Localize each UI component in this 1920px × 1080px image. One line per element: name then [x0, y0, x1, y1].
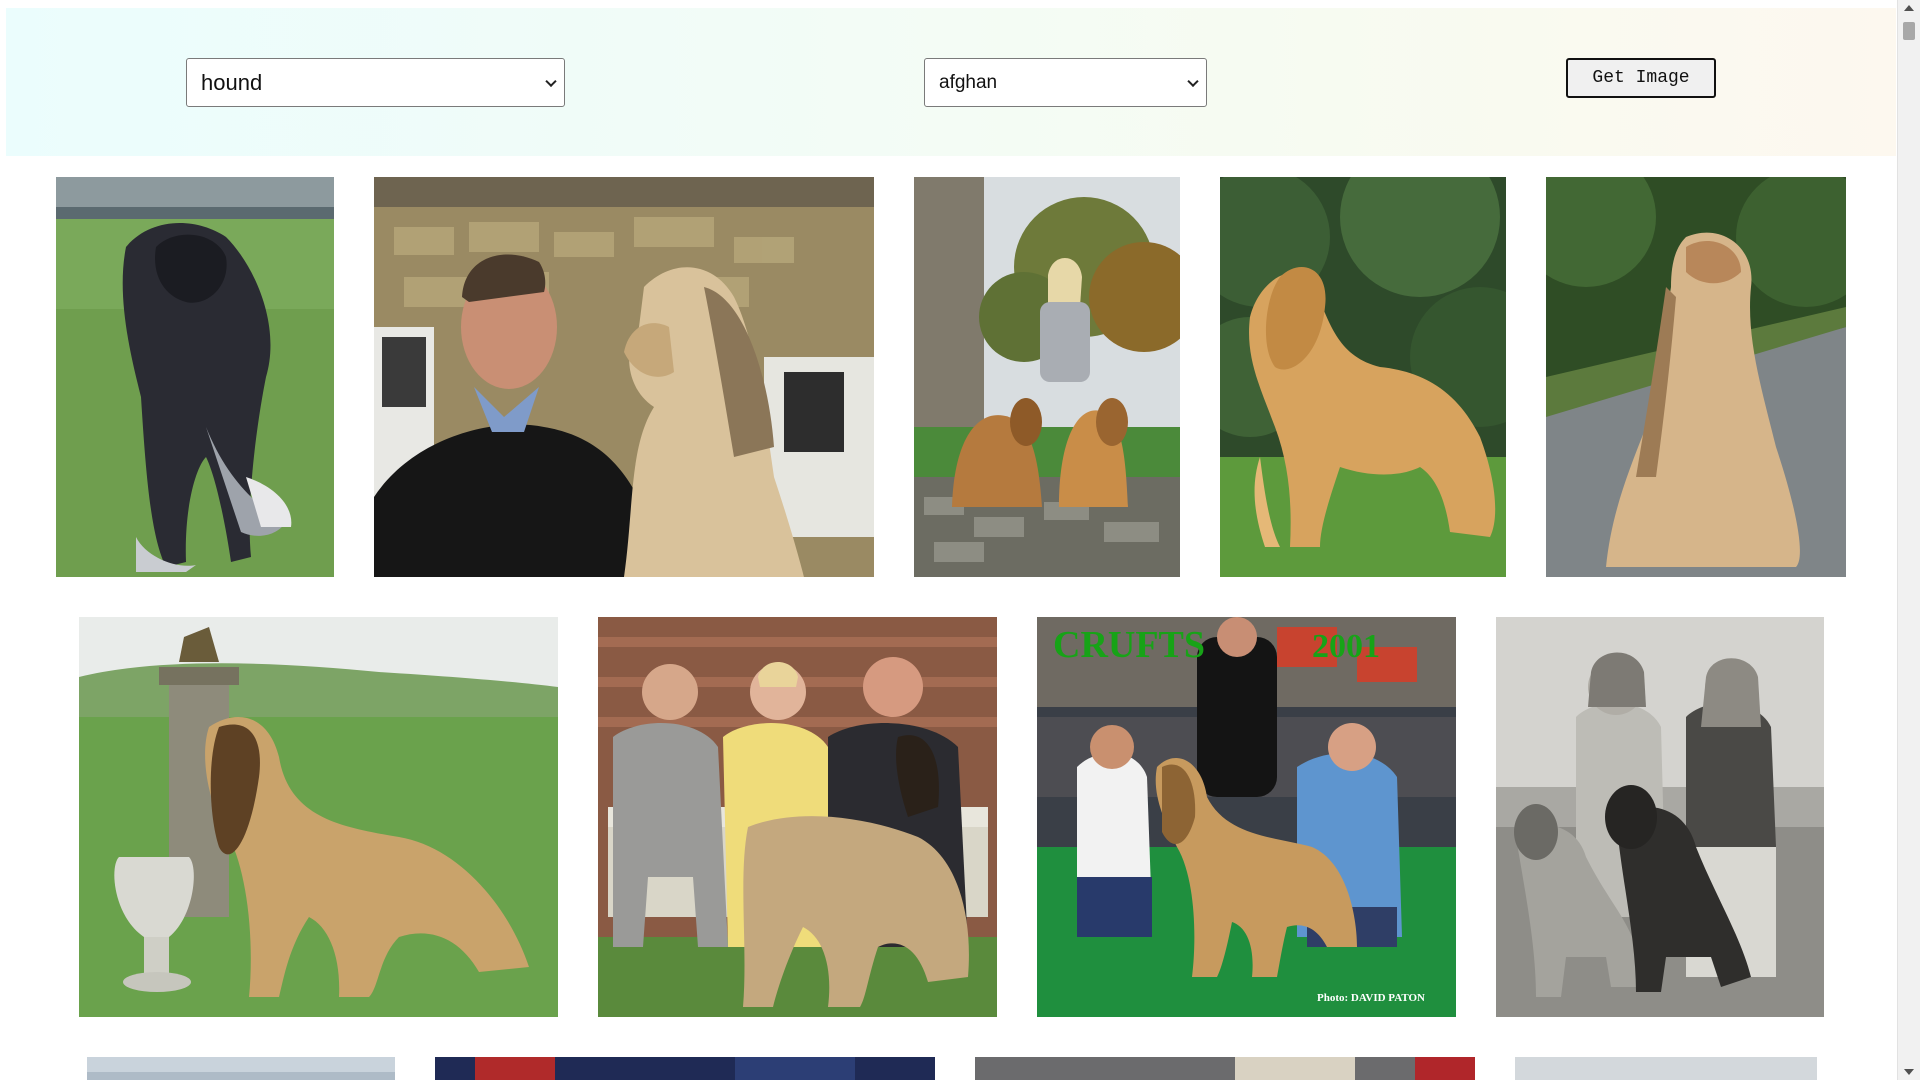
dog-image: [56, 177, 334, 577]
year-overlay-text: 2001: [1312, 628, 1380, 665]
dog-image: [374, 177, 874, 577]
afghan-hound-photo: [374, 177, 874, 577]
photo-credit-text: Photo: DAVID PATON: [1317, 992, 1425, 1004]
scroll-up-arrow-icon[interactable]: [1904, 5, 1914, 11]
scrollbar-thumb[interactable]: [1903, 22, 1915, 40]
vertical-scrollbar[interactable]: [1897, 0, 1920, 1080]
dog-image: [914, 177, 1180, 577]
afghan-hound-photo: [1546, 177, 1846, 577]
breed-select-value: hound: [201, 69, 263, 95]
sub-breed-select-value: afghan: [939, 71, 998, 93]
chevron-down-icon: [1187, 75, 1199, 87]
sub-breed-select[interactable]: afghan: [924, 58, 1207, 107]
scroll-down-arrow-icon[interactable]: [1904, 1069, 1914, 1075]
dog-image: [79, 617, 558, 1017]
page: hound afghan Get Image CRUFTS 2001 Photo…: [0, 0, 1898, 1080]
breed-select[interactable]: hound: [186, 58, 565, 107]
afghan-hound-photo: [435, 1057, 935, 1080]
dog-image: [87, 1057, 395, 1080]
chevron-down-icon: [545, 75, 557, 87]
afghan-hound-photo: [56, 177, 334, 577]
dog-image: [1496, 617, 1824, 1017]
dog-image: [1515, 1057, 1817, 1080]
dog-image: [1546, 177, 1846, 577]
get-image-button[interactable]: Get Image: [1566, 58, 1716, 98]
dog-image: [975, 1057, 1475, 1080]
afghan-hound-photo: [87, 1057, 395, 1080]
afghan-hound-photo: [1220, 177, 1506, 577]
dog-image: [598, 617, 997, 1017]
dog-image: [435, 1057, 935, 1080]
afghan-hound-photo: [1515, 1057, 1817, 1080]
crufts-overlay-text: CRUFTS: [1053, 624, 1205, 666]
afghan-hound-photo: [1496, 617, 1824, 1017]
dog-image: CRUFTS 2001 Photo: DAVID PATON: [1037, 617, 1456, 1017]
afghan-hound-photo: CRUFTS 2001 Photo: DAVID PATON: [1037, 617, 1456, 1017]
afghan-hound-photo: [79, 617, 558, 1017]
afghan-hound-photo: [914, 177, 1180, 577]
afghan-hound-photo: [598, 617, 997, 1017]
dog-image: [1220, 177, 1506, 577]
afghan-hound-photo: [975, 1057, 1475, 1080]
